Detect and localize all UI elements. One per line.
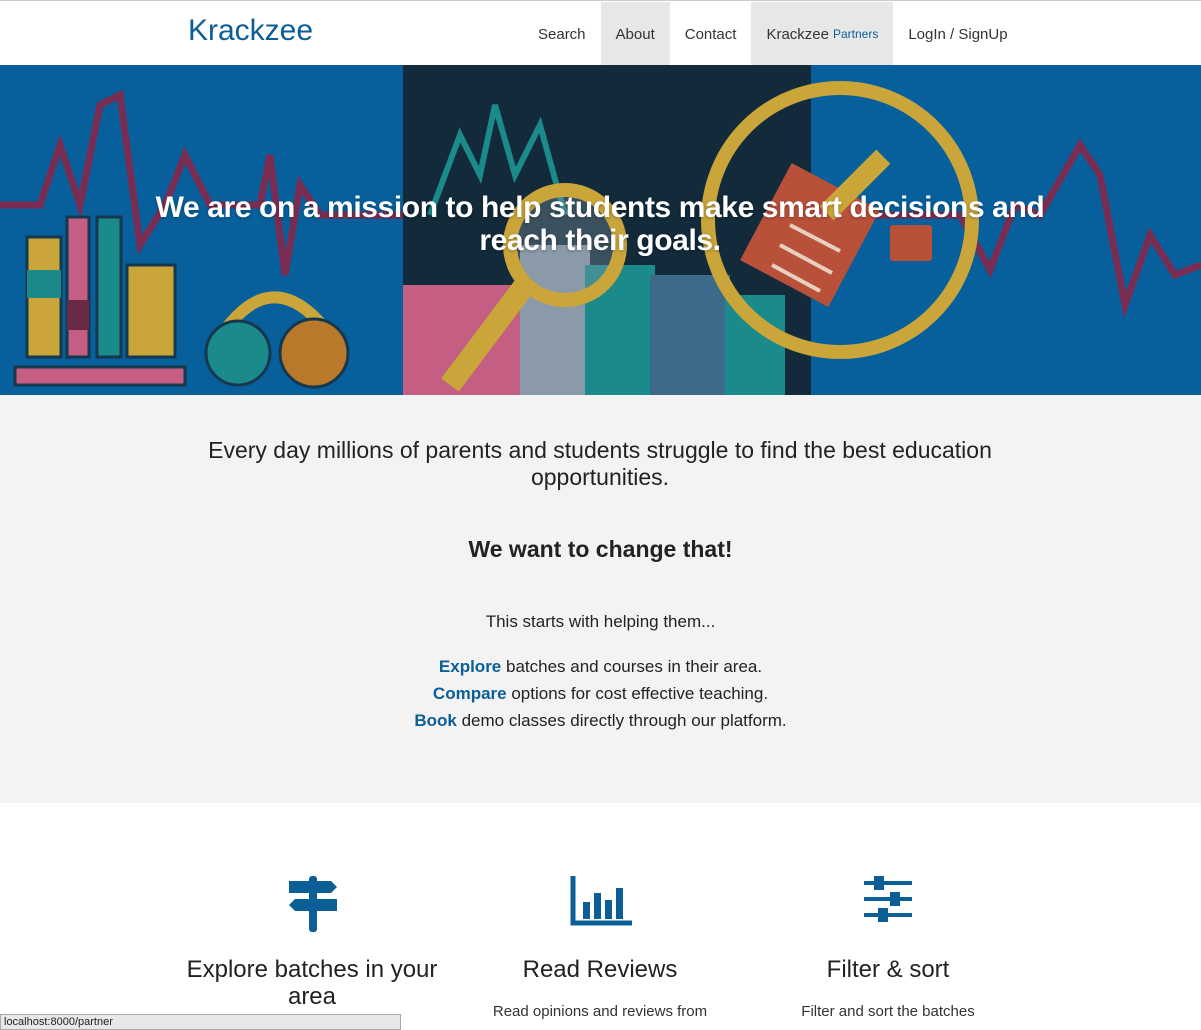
feature-filter-text: Filter and sort the batches xyxy=(801,1003,975,1020)
hero-headline: We are on a mission to help students mak… xyxy=(155,191,1045,257)
nav-partners-sub: Partners xyxy=(832,27,879,41)
keyword-compare: Compare xyxy=(432,684,507,703)
keyword-book: Book xyxy=(414,711,457,730)
main-nav: Search About Contact Krackzee Partners L… xyxy=(523,2,1023,66)
mission-line-book: Book demo classes directly through our p… xyxy=(0,711,1201,731)
mission-starts: This starts with helping them... xyxy=(485,612,716,631)
line-rest: batches and courses in their area. xyxy=(501,657,763,676)
hero-banner: We are on a mission to help students mak… xyxy=(0,65,1201,395)
mission-line-compare: Compare options for cost effective teach… xyxy=(0,684,1201,704)
browser-status-url: localhost:8000/partner xyxy=(0,1014,401,1030)
mission-lead: Every day millions of parents and studen… xyxy=(208,437,992,490)
nav-about[interactable]: About xyxy=(600,2,670,66)
line-rest: options for cost effective teaching. xyxy=(506,684,769,703)
feature-reviews-text: Read opinions and reviews from xyxy=(492,1003,708,1020)
nav-search[interactable]: Search xyxy=(523,2,601,66)
mission-line-explore: Explore batches and courses in their are… xyxy=(0,657,1201,677)
line-rest: demo classes directly through our platfo… xyxy=(456,711,787,730)
nav-login-signup[interactable]: LogIn / SignUp xyxy=(893,2,1022,66)
features-section: Explore batches in your area Read Review… xyxy=(0,803,1201,1030)
feature-filter-title: Filter & sort xyxy=(826,956,950,983)
nav-partners-label: Krackzee xyxy=(766,25,829,43)
nav-partners[interactable]: Krackzee Partners xyxy=(751,2,894,66)
keyword-explore: Explore xyxy=(438,657,502,676)
mission-section: Every day millions of parents and studen… xyxy=(0,395,1201,803)
signpost-icon xyxy=(289,876,337,932)
navbar: Krackzee Search About Contact Krackzee P… xyxy=(0,0,1201,66)
brand-logo[interactable]: Krackzee xyxy=(188,14,313,48)
nav-contact[interactable]: Contact xyxy=(670,2,752,66)
feature-explore-title: Explore batches in your area xyxy=(186,956,438,1010)
mission-change: We want to change that! xyxy=(468,536,733,562)
bar-chart-icon xyxy=(570,876,632,926)
feature-reviews-title: Read Reviews xyxy=(522,956,678,983)
sliders-icon xyxy=(864,876,912,922)
